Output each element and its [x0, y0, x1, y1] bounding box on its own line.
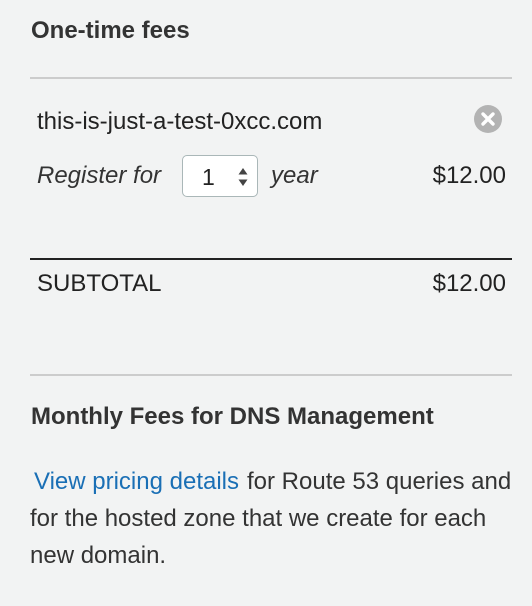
- registration-years-value: 1: [202, 164, 215, 190]
- subtotal-amount: $12.00: [432, 270, 506, 297]
- one-time-fees-title: One-time fees: [31, 17, 190, 44]
- close-circle-icon: [481, 112, 495, 126]
- year-label: year: [271, 162, 318, 189]
- section-divider: [30, 77, 512, 79]
- dns-pricing-description: View pricing details for Route 53 queries…: [30, 463, 520, 574]
- subtotal-label: SUBTOTAL: [37, 270, 162, 297]
- registration-years-select[interactable]: 1: [182, 155, 258, 197]
- register-for-label: Register for: [37, 162, 162, 189]
- view-pricing-details-link[interactable]: View pricing details: [34, 468, 239, 495]
- section-divider: [30, 374, 512, 376]
- monthly-fees-title: Monthly Fees for DNS Management: [31, 403, 434, 430]
- stepper-arrows-icon: [238, 168, 248, 186]
- remove-domain-button[interactable]: [474, 105, 502, 133]
- subtotal-divider: [30, 258, 512, 260]
- domain-price: $12.00: [432, 162, 506, 189]
- domain-name: this-is-just-a-test-0xcc.com: [37, 108, 323, 135]
